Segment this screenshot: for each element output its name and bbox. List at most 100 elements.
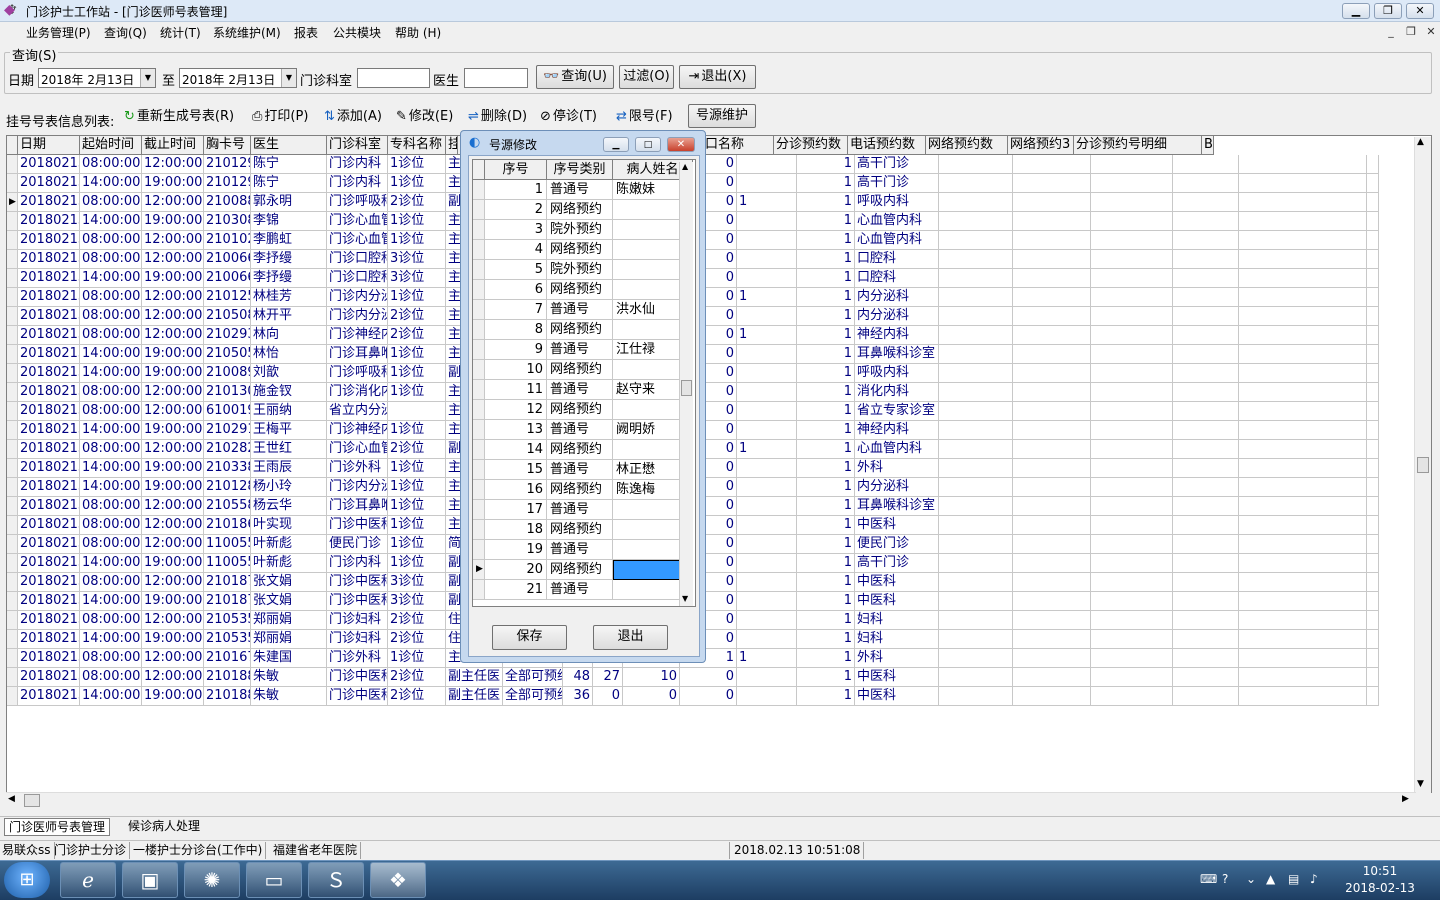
row-indicator[interactable]	[473, 380, 485, 400]
tray-menu-icon[interactable]: ⌄	[1246, 872, 1256, 886]
grid-cell[interactable]: 张文娟	[251, 573, 327, 592]
grid-cell[interactable]: 110055	[204, 535, 251, 554]
grid-cell[interactable]: 0	[680, 687, 737, 706]
grid-cell[interactable]	[1367, 364, 1379, 383]
tab-waiting-patients[interactable]: 候诊病人处理	[124, 818, 204, 836]
grid-cell[interactable]: 朱敏	[251, 668, 327, 687]
grid-cell[interactable]	[939, 288, 1013, 307]
grid-cell[interactable]: 210125	[204, 288, 251, 307]
scroll-left-icon[interactable]: ◀	[8, 794, 15, 804]
grid-cell[interactable]: 08:00:00	[80, 573, 142, 592]
compass-icon[interactable]: ✺	[184, 862, 240, 898]
grid-cell[interactable]: 1	[797, 326, 855, 345]
seq-cell[interactable]: 21	[485, 580, 547, 600]
scroll-up-icon[interactable]: ▲	[682, 162, 688, 171]
grid-cell[interactable]	[737, 364, 797, 383]
grid-cell[interactable]	[1367, 630, 1379, 649]
grid-cell[interactable]: 1诊位	[388, 535, 446, 554]
row-indicator[interactable]	[473, 500, 485, 520]
seq-cell[interactable]: 3	[485, 220, 547, 240]
grid-cell[interactable]	[1013, 649, 1091, 668]
source-type-cell[interactable]: 普通号	[547, 540, 613, 560]
row-indicator[interactable]	[473, 180, 485, 200]
grid-cell[interactable]: 20180213	[18, 478, 80, 497]
grid-cell[interactable]: 210129	[204, 155, 251, 174]
grid-cell[interactable]: 门诊外科	[327, 459, 388, 478]
grid-cell[interactable]: 20180213	[18, 592, 80, 611]
grid-cell[interactable]: 门诊内分泌	[327, 307, 388, 326]
row-indicator[interactable]	[7, 269, 18, 288]
source-type-cell[interactable]: 普通号	[547, 460, 613, 480]
edit-button[interactable]: ✎ 修改(E)	[396, 106, 453, 128]
grid-cell[interactable]	[1091, 535, 1173, 554]
grid-cell[interactable]: 210188	[204, 687, 251, 706]
menu-help[interactable]: 帮助 (H)	[395, 24, 441, 41]
grid-cell[interactable]: 20180213	[18, 516, 80, 535]
column-header[interactable]: 截止时间	[142, 136, 204, 155]
grid-cell[interactable]: 08:00:00	[80, 668, 142, 687]
dialog-scroll-thumb[interactable]	[681, 380, 692, 396]
grid-cell[interactable]	[1239, 459, 1367, 478]
grid-cell[interactable]: 1	[797, 687, 855, 706]
grid-cell[interactable]: 14:00:00	[80, 554, 142, 573]
grid-cell[interactable]: 20180213	[18, 364, 80, 383]
grid-cell[interactable]: 1诊位	[388, 364, 446, 383]
row-indicator[interactable]	[473, 300, 485, 320]
grid-cell[interactable]	[737, 383, 797, 402]
grid-cell[interactable]	[1239, 611, 1367, 630]
menu-common[interactable]: 公共模块	[333, 24, 381, 41]
grid-cell[interactable]: 1	[797, 668, 855, 687]
grid-cell[interactable]: 1	[797, 592, 855, 611]
grid-cell[interactable]	[1013, 554, 1091, 573]
grid-cell[interactable]: 1	[797, 478, 855, 497]
grid-cell[interactable]	[1367, 383, 1379, 402]
row-indicator[interactable]	[7, 535, 18, 554]
grid-cell[interactable]: 1	[797, 364, 855, 383]
grid-cell[interactable]: 20180213	[18, 269, 80, 288]
grid-cell[interactable]	[1173, 630, 1239, 649]
grid-cell[interactable]: 1	[797, 212, 855, 231]
add-button[interactable]: ⇅ 添加(A)	[324, 106, 382, 128]
grid-cell[interactable]	[1239, 535, 1367, 554]
restore-button[interactable]: ❐	[1374, 3, 1402, 19]
grid-cell[interactable]	[1173, 649, 1239, 668]
grid-cell[interactable]: 12:00:00	[142, 440, 204, 459]
grid-cell[interactable]: 20180213	[18, 440, 80, 459]
seq-cell[interactable]: 5	[485, 260, 547, 280]
grid-cell[interactable]: 110055	[204, 554, 251, 573]
vertical-scrollbar[interactable]: ▲ ▼	[1414, 137, 1431, 793]
grid-cell[interactable]	[1239, 440, 1367, 459]
grid-cell[interactable]	[1367, 497, 1379, 516]
grid-cell[interactable]: 210186	[204, 516, 251, 535]
grid-cell[interactable]	[1013, 478, 1091, 497]
grid-cell[interactable]: 高干门诊	[855, 174, 939, 193]
grid-cell[interactable]: 1	[797, 231, 855, 250]
grid-cell[interactable]	[1091, 497, 1173, 516]
grid-cell[interactable]: 门诊神经内科	[327, 326, 388, 345]
grid-cell[interactable]	[1173, 269, 1239, 288]
delete-button[interactable]: ⇌ 删除(D)	[468, 106, 527, 128]
grid-cell[interactable]: 12:00:00	[142, 649, 204, 668]
row-indicator[interactable]	[473, 480, 485, 500]
grid-cell[interactable]: 210282	[204, 440, 251, 459]
grid-cell[interactable]: 门诊中医科	[327, 592, 388, 611]
grid-cell[interactable]	[737, 174, 797, 193]
grid-cell[interactable]: 心血管内科	[855, 212, 939, 231]
grid-cell[interactable]: 08:00:00	[80, 402, 142, 421]
grid-cell[interactable]: 1	[797, 155, 855, 174]
grid-cell[interactable]: 1诊位	[388, 554, 446, 573]
grid-cell[interactable]: 外科	[855, 459, 939, 478]
grid-cell[interactable]: 门诊心血管内	[327, 212, 388, 231]
grid-cell[interactable]	[1239, 231, 1367, 250]
grid-cell[interactable]	[1173, 307, 1239, 326]
doctor-input[interactable]	[464, 68, 528, 88]
grid-cell[interactable]: 门诊中医科	[327, 573, 388, 592]
grid-cell[interactable]	[1367, 421, 1379, 440]
grid-cell[interactable]: 20180213	[18, 345, 80, 364]
grid-cell[interactable]	[737, 231, 797, 250]
mdi-restore-button[interactable]: ❐	[1402, 25, 1420, 40]
grid-cell[interactable]: 210535	[204, 630, 251, 649]
grid-cell[interactable]	[939, 478, 1013, 497]
grid-cell[interactable]: 耳鼻喉科诊室	[855, 497, 939, 516]
grid-cell[interactable]: 19:00:00	[142, 459, 204, 478]
